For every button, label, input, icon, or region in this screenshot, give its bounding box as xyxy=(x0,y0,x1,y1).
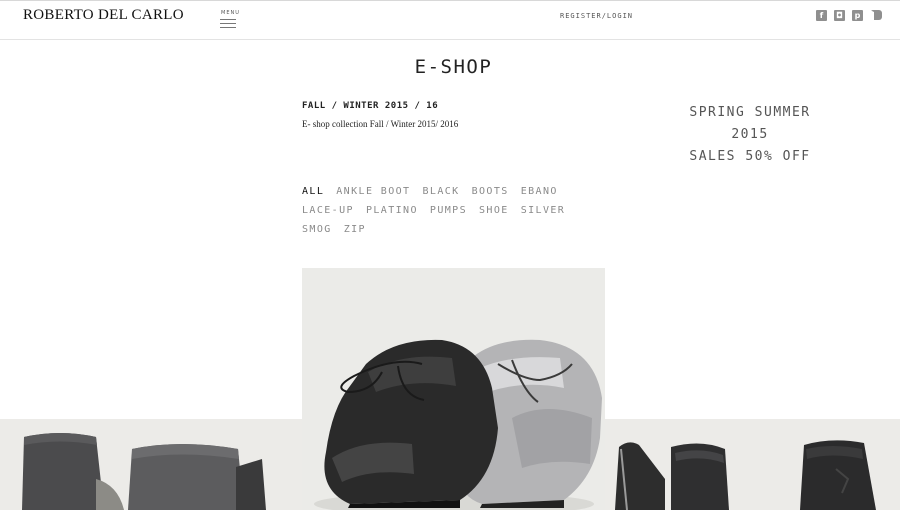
play-icon xyxy=(870,10,885,25)
product-tile[interactable] xyxy=(752,419,900,510)
pinterest-glyph: p xyxy=(854,11,861,20)
product-tile[interactable] xyxy=(605,419,752,510)
hamburger-bar xyxy=(220,23,236,24)
filter-ebano[interactable]: EBANO xyxy=(521,182,558,201)
filter-platino[interactable]: PLATINO xyxy=(366,201,418,220)
collection-title: FALL / WINTER 2015 / 16 xyxy=(302,101,439,111)
menu-label: MENU xyxy=(221,10,240,16)
filter-zip[interactable]: ZIP xyxy=(344,220,366,239)
filter-pumps[interactable]: PUMPS xyxy=(430,201,467,220)
promo-line: 2015 xyxy=(731,127,769,142)
black-leather-boot-image xyxy=(800,440,876,510)
register-login-link[interactable]: REGISTER/LOGIN xyxy=(560,12,633,20)
filter-all[interactable]: ALL xyxy=(302,182,324,201)
facebook-glyph: f xyxy=(819,11,824,20)
filter-silver[interactable]: SILVER xyxy=(521,201,566,220)
facebook-icon[interactable]: f xyxy=(816,10,827,21)
category-filters: ALL ANKLE BOOT BLACK BOOTS EBANO LACE-UP PLATI… xyxy=(302,182,592,239)
promo-line: SPRING SUMMER xyxy=(689,105,811,120)
black-silver-lace-up-shoes-image xyxy=(302,268,605,510)
collection-description: E- shop collection Fall / Winter 2015/ 2… xyxy=(302,119,459,129)
youtube-icon[interactable] xyxy=(870,10,882,25)
page-title: E-SHOP xyxy=(414,56,493,78)
promo-line: SALES 50% OFF xyxy=(689,149,811,164)
filter-black[interactable]: BLACK xyxy=(422,182,459,201)
filter-shoe[interactable]: SHOE xyxy=(479,201,509,220)
brand-logo[interactable]: ROBERTO DEL CARLO xyxy=(23,7,184,24)
filter-lace-up[interactable]: LACE-UP xyxy=(302,201,354,220)
grey-felt-boots-image xyxy=(22,433,266,510)
product-tile[interactable] xyxy=(0,419,302,510)
hamburger-bar xyxy=(220,27,236,28)
instagram-icon[interactable]: ◘ xyxy=(834,10,845,21)
filter-ankle-boot[interactable]: ANKLE BOOT xyxy=(336,182,410,201)
site-header: ROBERTO DEL CARLO MENU REGISTER/LOGIN f … xyxy=(0,1,900,40)
black-zip-ankle-boot-image xyxy=(615,442,729,510)
menu-button[interactable]: MENU xyxy=(219,10,239,30)
product-tile-featured[interactable] xyxy=(302,268,605,510)
instagram-glyph: ◘ xyxy=(836,11,843,20)
hamburger-bar xyxy=(220,19,236,20)
pinterest-icon[interactable]: p xyxy=(852,10,863,21)
filter-boots[interactable]: BOOTS xyxy=(472,182,509,201)
filter-smog[interactable]: SMOG xyxy=(302,220,332,239)
promo-banner[interactable]: SPRING SUMMER 2015 SALES 50% OFF xyxy=(672,102,828,168)
